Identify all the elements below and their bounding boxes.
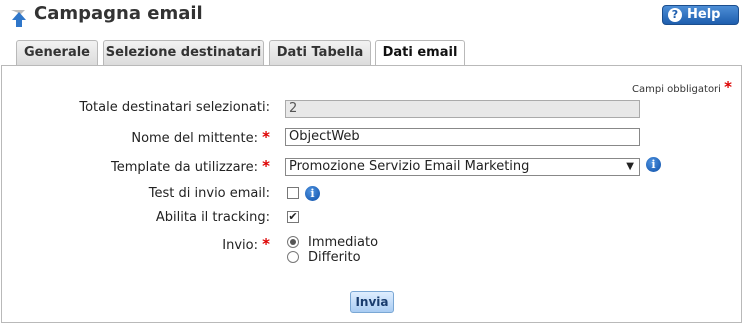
tab-bar: Generale Selezione destinatari Dati Tabe… <box>0 40 744 67</box>
radio-differito[interactable] <box>287 251 299 263</box>
required-star: * <box>262 157 270 175</box>
tracking-checkbox[interactable]: ✔ <box>287 211 299 223</box>
template-label-text: Template da utilizzare: <box>110 160 258 175</box>
radio-differito-label: Differito <box>308 250 361 265</box>
tab-generale[interactable]: Generale <box>16 40 98 65</box>
total-recipients-label: Totale destinatari selezionati: <box>79 100 270 115</box>
arrow-up-icon <box>11 10 26 27</box>
radio-immediato[interactable] <box>287 236 299 248</box>
sender-name-label: Nome del mittente: * <box>131 128 270 146</box>
send-mode-label: Invio: * <box>222 235 270 253</box>
radio-immediato-label: Immediato <box>308 235 379 250</box>
sender-name-label-text: Nome del mittente: <box>131 131 258 146</box>
required-note: Campi obbligatori * <box>632 78 732 96</box>
required-star: * <box>262 235 270 253</box>
info-icon[interactable]: i <box>305 186 320 201</box>
test-send-label: Test di invio email: <box>148 186 270 201</box>
sender-name-input[interactable]: ObjectWeb <box>285 128 640 146</box>
submit-button[interactable]: Invia <box>350 291 394 313</box>
page-title: Campagna email <box>34 3 203 24</box>
required-note-label: Campi obbligatori <box>632 84 721 95</box>
send-mode-label-text: Invio: <box>222 238 258 253</box>
page-header: Campagna email ? Help <box>0 0 744 34</box>
required-star: * <box>724 78 732 96</box>
required-star: * <box>262 128 270 146</box>
template-select[interactable]: Promozione Servizio Email Marketing ▼ <box>285 158 640 176</box>
tracking-label: Abilita il tracking: <box>155 210 270 225</box>
help-label: Help <box>687 7 721 22</box>
test-send-checkbox[interactable] <box>287 187 299 199</box>
info-icon[interactable]: i <box>646 157 661 172</box>
help-button[interactable]: ? Help <box>662 5 739 25</box>
template-select-value: Promozione Servizio Email Marketing <box>289 159 530 174</box>
tab-dati-tabella[interactable]: Dati Tabella <box>269 40 371 65</box>
chevron-down-icon: ▼ <box>626 161 634 172</box>
question-icon: ? <box>668 8 682 22</box>
template-label: Template da utilizzare: * <box>111 157 270 175</box>
tab-dati-email[interactable]: Dati email <box>375 40 465 67</box>
tab-selezione-destinatari[interactable]: Selezione destinatari <box>103 40 264 65</box>
total-recipients-field: 2 <box>285 100 640 118</box>
